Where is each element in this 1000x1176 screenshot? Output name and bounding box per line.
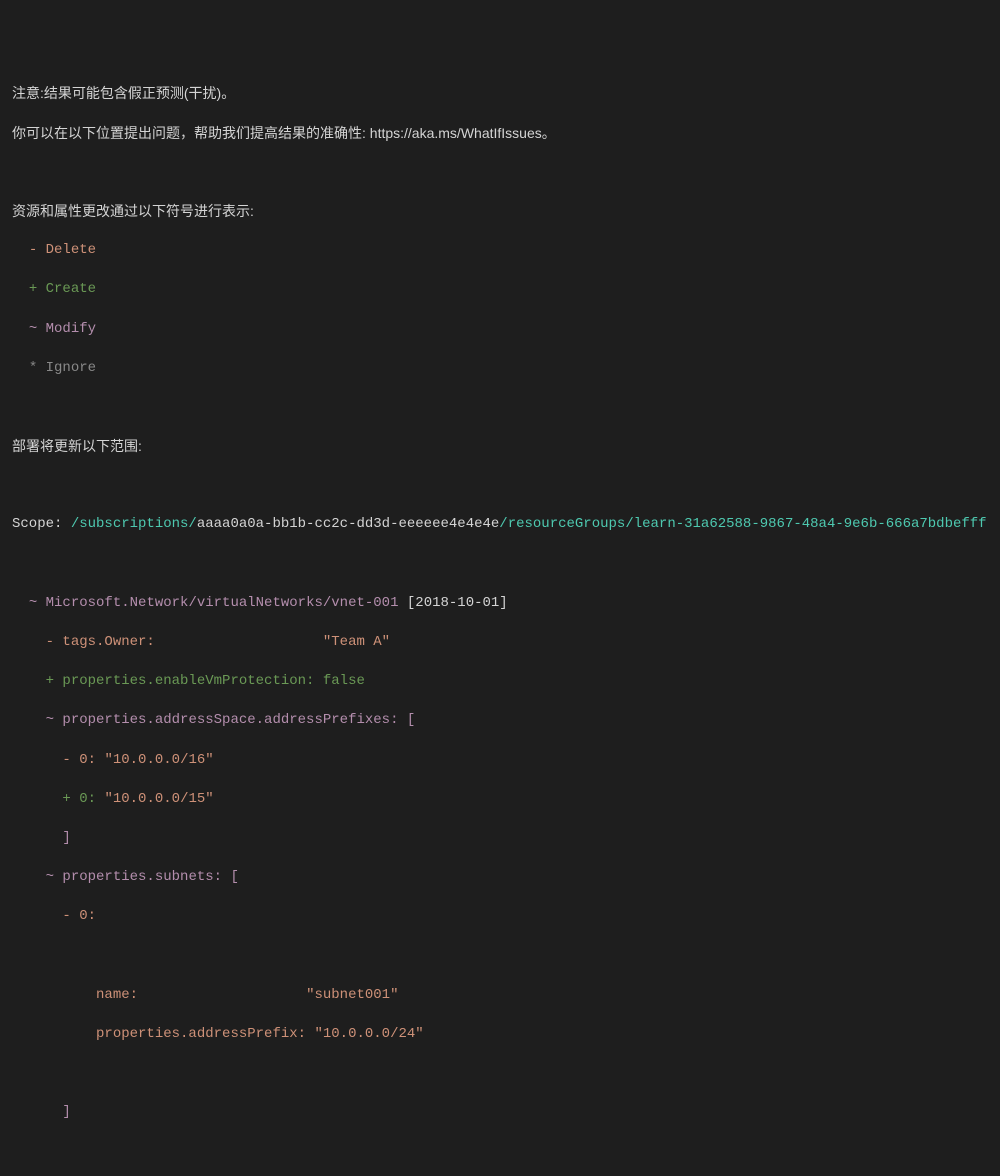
plus-icon: + (29, 281, 37, 297)
scope-sub-prefix: /subscriptions/ (71, 516, 197, 532)
subnet-prefix-key: properties.addressPrefix: (96, 1026, 306, 1042)
legend-title: 资源和属性更改通过以下符号进行表示: (12, 202, 988, 222)
prop-subnets: ~ properties.subnets: [ (12, 868, 988, 888)
subnets-close-bracket: ] (12, 1103, 988, 1123)
enable-vm-val: false (323, 673, 365, 689)
help-url[interactable]: https://aka.ms/WhatIfIssues (370, 125, 542, 141)
addr-close-bracket: ] (12, 829, 988, 849)
subnet-prefix: properties.addressPrefix: "10.0.0.0/24" (12, 1025, 988, 1045)
scope-label: Scope: (12, 516, 71, 532)
legend-ignore-label: Ignore (46, 360, 96, 376)
addr-idx-0b: 0: (79, 791, 96, 807)
scope-sub-id: aaaa0a0a-bb1b-cc2c-dd3d-eeeeee4e4e4e (197, 516, 499, 532)
prop-addr-new: + 0: "10.0.0.0/15" (12, 790, 988, 810)
tilde-icon: ~ (29, 321, 37, 337)
addr-idx-0: 0: (79, 752, 96, 768)
scope-title: 部署将更新以下范围: (12, 437, 988, 457)
scope-rg-prefix: /resourceGroups/ (499, 516, 633, 532)
enable-vm-key: properties.enableVmProtection: (62, 673, 314, 689)
prop-enable-vm: + properties.enableVmProtection: false (12, 672, 988, 692)
resource-api-version: [2018-10-01] (407, 595, 508, 611)
legend-create-label: Create (46, 281, 96, 297)
prop-addr-old: - 0: "10.0.0.0/16" (12, 751, 988, 771)
subnets-key: properties.subnets: [ (62, 869, 238, 885)
help-prefix: 你可以在以下位置提出问题，帮助我们提高结果的准确性: (12, 125, 370, 141)
addr-new-val: "10.0.0.0/15" (104, 791, 213, 807)
subnet-idx: - 0: (12, 907, 988, 927)
prop-addr-prefixes: ~ properties.addressSpace.addressPrefixe… (12, 711, 988, 731)
tags-owner-val: "Team A" (323, 634, 390, 650)
subnet-name-key: name: (96, 987, 138, 1003)
subnet-name: name: "subnet001" (12, 986, 988, 1006)
legend-create: + Create (12, 280, 988, 300)
legend-delete: - Delete (12, 241, 988, 261)
help-suffix: 。 (542, 125, 556, 141)
legend-ignore: * Ignore (12, 359, 988, 379)
addr-old-val: "10.0.0.0/16" (104, 752, 213, 768)
scope-line: Scope: /subscriptions/aaaa0a0a-bb1b-cc2c… (12, 515, 988, 535)
subnet-prefix-val: "10.0.0.0/24" (314, 1026, 423, 1042)
scope-rg-name: learn-31a62588-9867-48a4-9e6b-666a7bdbef… (634, 516, 987, 532)
resource-name: Microsoft.Network/virtualNetworks/vnet-0… (46, 595, 399, 611)
legend-delete-label: Delete (46, 242, 96, 258)
star-icon: * (29, 360, 37, 376)
tags-owner-key: tags.Owner: (62, 634, 154, 650)
prop-tags-owner: - tags.Owner: "Team A" (12, 633, 988, 653)
help-line: 你可以在以下位置提出问题，帮助我们提高结果的准确性: https://aka.m… (12, 124, 988, 144)
resource-header: ~ Microsoft.Network/virtualNetworks/vnet… (12, 594, 988, 614)
minus-icon: - (29, 242, 37, 258)
legend-modify-label: Modify (46, 321, 96, 337)
tilde-icon: ~ (29, 595, 37, 611)
legend-modify: ~ Modify (12, 320, 988, 340)
addr-prefixes-key: properties.addressSpace.addressPrefixes:… (62, 712, 415, 728)
notice-line: 注意:结果可能包含假正预测(干扰)。 (12, 84, 988, 104)
subnet-name-val: "subnet001" (306, 987, 398, 1003)
subnet-idx-0: 0: (79, 908, 96, 924)
